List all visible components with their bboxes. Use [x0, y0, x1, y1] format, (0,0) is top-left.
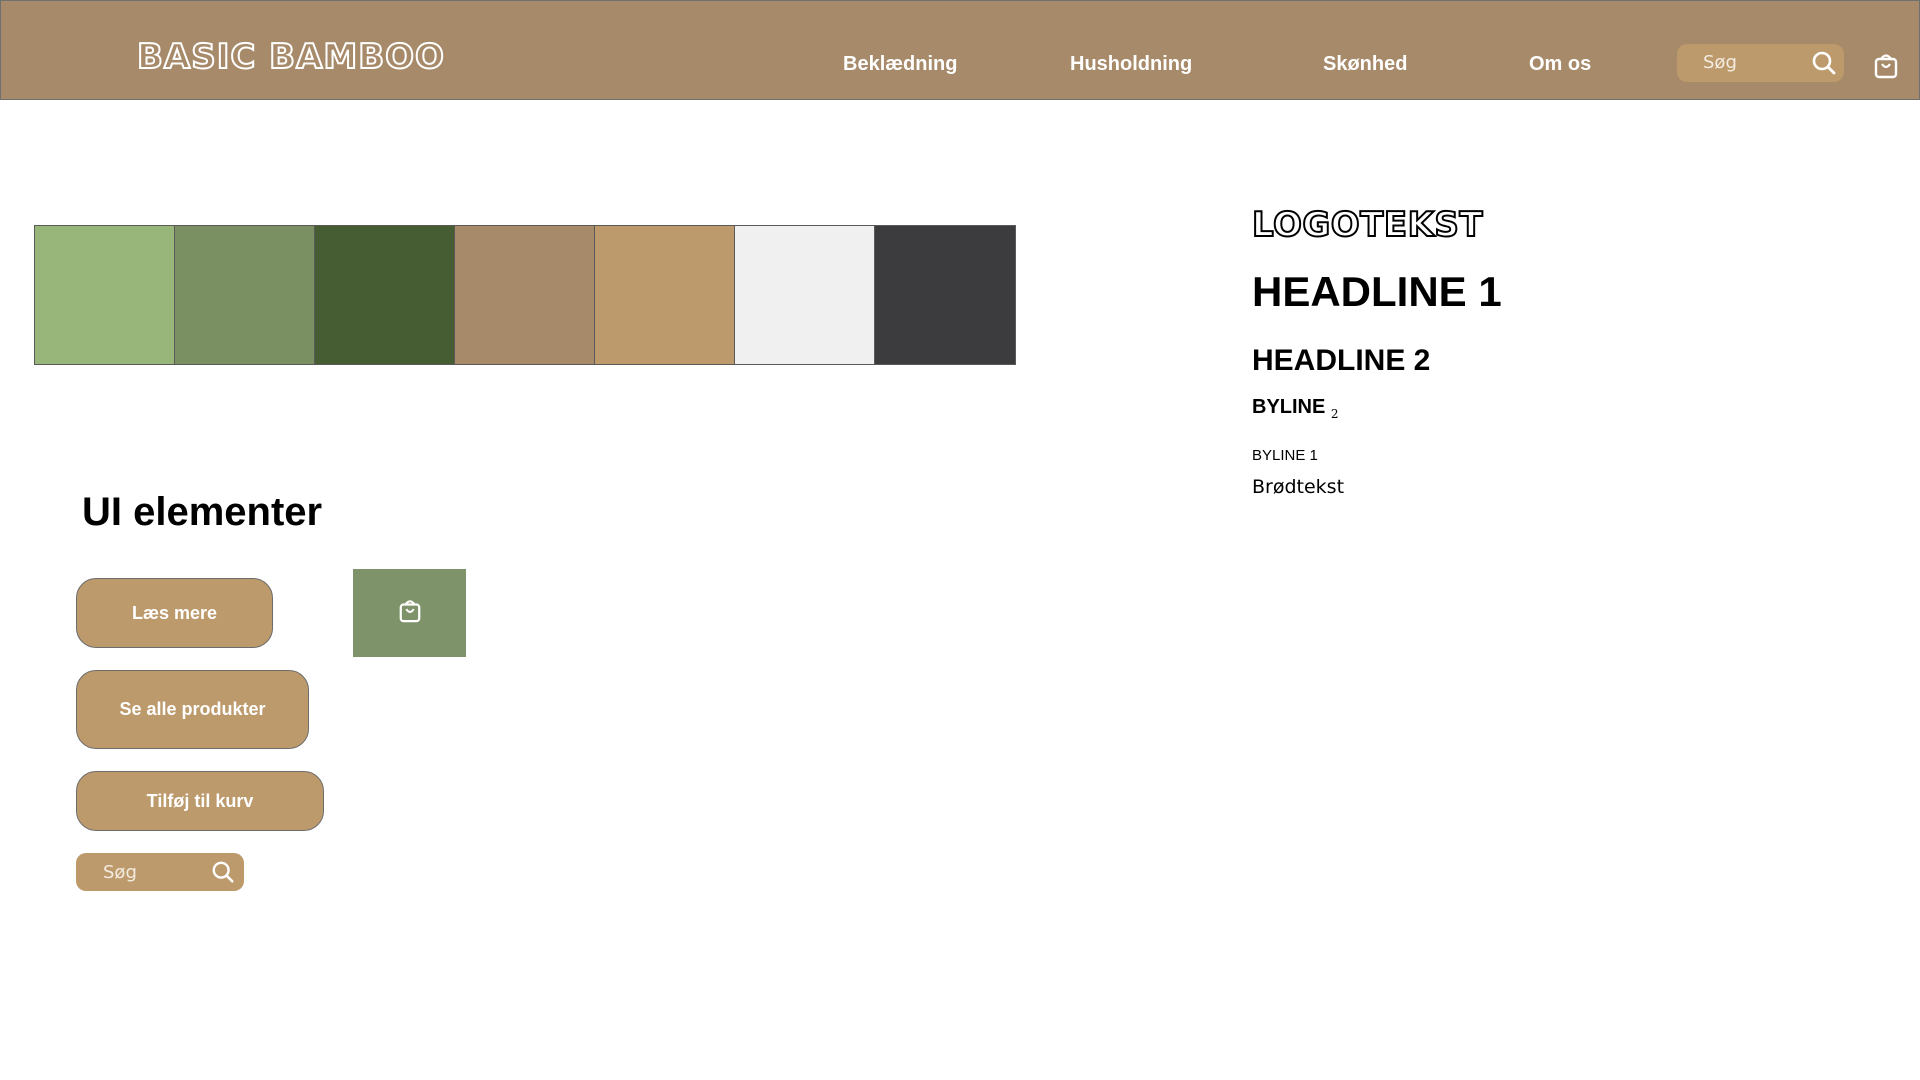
cart-icon [398, 599, 422, 628]
cart-icon[interactable] [1873, 53, 1899, 84]
color-swatch [875, 226, 1015, 364]
color-swatch [595, 226, 735, 364]
color-swatch [315, 226, 455, 364]
color-swatch [175, 226, 315, 364]
byline-2-sample: BYLINE 2 [1252, 396, 1339, 421]
cart-tile-button[interactable] [353, 569, 466, 657]
nav-item-skonhed[interactable]: Skønhed [1323, 53, 1407, 76]
headline-1-sample: HEADLINE 1 [1252, 268, 1502, 315]
nav-item-om-os[interactable]: Om os [1529, 53, 1591, 76]
search-icon[interactable] [211, 860, 235, 889]
byline-1-sample: BYLINE 1 [1252, 447, 1318, 464]
color-swatch [735, 226, 875, 364]
color-swatch [455, 226, 595, 364]
search-placeholder: Søg [103, 862, 137, 883]
byline-2-subscript: 2 [1330, 407, 1339, 421]
brand-logo[interactable]: BASIC BAMBOO [136, 36, 445, 78]
nav-item-husholdning[interactable]: Husholdning [1070, 53, 1192, 76]
header-search-input[interactable]: Søg [1677, 44, 1844, 82]
search-icon[interactable] [1811, 50, 1837, 81]
read-more-button[interactable]: Læs mere [76, 578, 273, 648]
color-palette [34, 225, 1016, 365]
byline-2-text: BYLINE [1252, 396, 1326, 418]
add-to-cart-button[interactable]: Tilføj til kurv [76, 771, 324, 831]
body-text-sample: Brødtekst [1252, 476, 1345, 498]
nav-item-beklaedning[interactable]: Beklædning [843, 53, 957, 76]
headline-2-sample: HEADLINE 2 [1252, 344, 1431, 377]
search-input[interactable]: Søg [76, 853, 244, 891]
logo-text-sample: LOGOTEKST [1251, 204, 1484, 246]
search-placeholder: Søg [1703, 52, 1737, 73]
ui-elements-heading: UI elementer [82, 490, 323, 534]
see-all-products-button[interactable]: Se alle produkter [76, 670, 309, 749]
color-swatch [35, 226, 175, 364]
site-header: BASIC BAMBOO Beklædning Husholdning Skøn… [0, 0, 1920, 100]
